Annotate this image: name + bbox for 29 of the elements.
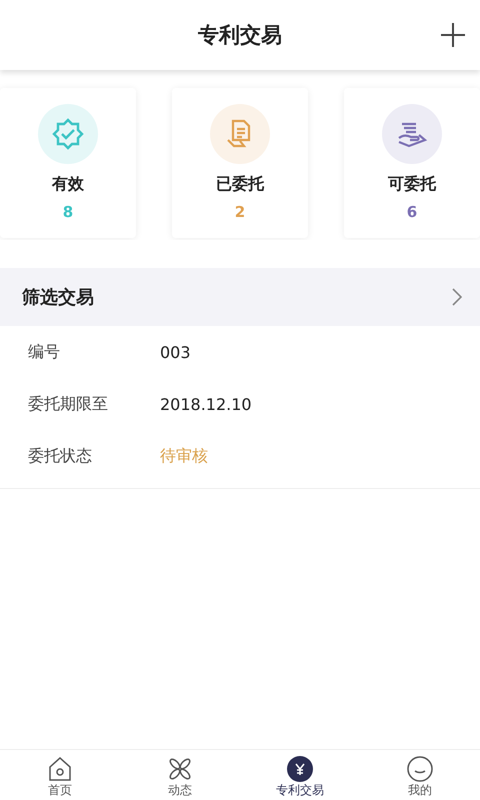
field-value: 2018.12.10 [160,394,252,414]
page-title: 专利交易 [198,22,282,49]
add-button[interactable] [438,20,468,50]
verified-badge-icon [52,118,84,150]
stat-card[interactable]: 已委托 2 [172,88,308,238]
filter-bar[interactable]: 筛选交易 [0,268,480,326]
field-label: 委托状态 [28,446,93,466]
stat-label: 有效 [52,174,84,195]
stat-label: 可委托 [388,174,436,195]
stat-card[interactable]: 可委托 6 [344,88,480,238]
field-label: 委托期限至 [28,394,109,414]
nav-tab[interactable]: 动态 [120,750,240,800]
status-value: 待审核 [160,446,208,466]
smiley-icon [407,756,433,782]
nav-tab[interactable]: 专利交易 [240,750,360,800]
stat-count: 6 [406,203,418,221]
stat-count: 8 [62,203,74,221]
stat-card[interactable]: 有效 8 [0,88,136,238]
home-icon [47,756,73,782]
nav-tab[interactable]: 我的 [360,750,480,800]
filter-title: 筛选交易 [22,286,94,309]
chevron-right-icon [452,288,462,306]
field-value: 003 [160,342,191,362]
field-label: 编号 [28,342,61,362]
stat-count: 2 [234,203,246,221]
pinwheel-icon [167,756,193,782]
nav-tab[interactable]: 首页 [0,750,120,800]
stat-label: 已委托 [216,174,264,195]
yen-circle-icon [287,756,313,782]
